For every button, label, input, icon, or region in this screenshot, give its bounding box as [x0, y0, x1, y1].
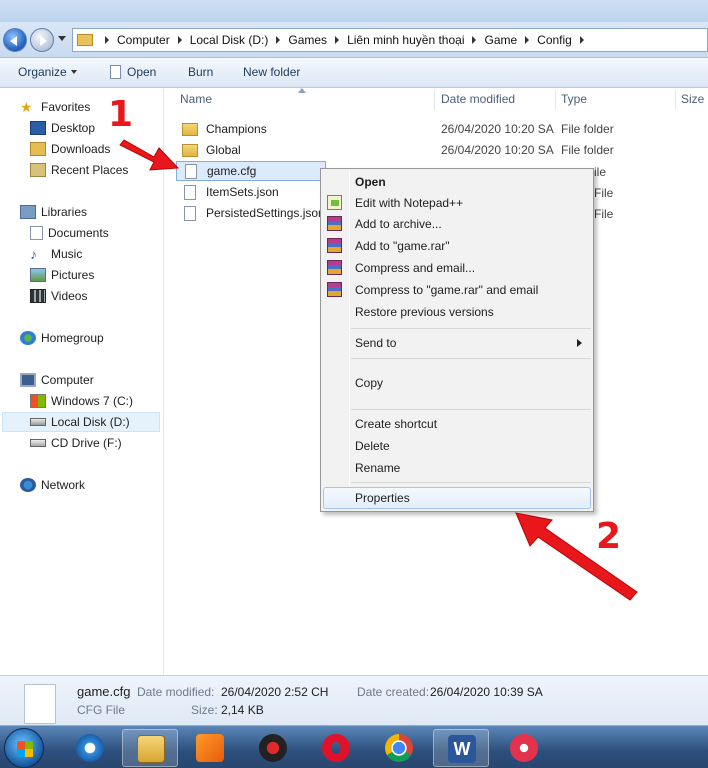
media-player-icon	[196, 734, 224, 762]
file-thumbnail-icon	[24, 684, 56, 724]
taskbar-media-player[interactable]	[182, 729, 238, 767]
details-file-type: CFG File	[77, 703, 125, 717]
details-size: 2,14 KB	[221, 703, 264, 717]
details-pane: game.cfg Date modified: 26/04/2020 2:52 …	[0, 675, 708, 725]
annotation-overlay	[119, 139, 638, 601]
word-icon: W	[448, 735, 476, 763]
taskbar-chrome[interactable]	[371, 729, 427, 767]
details-date-modified: 26/04/2020 2:52 CH	[221, 685, 329, 699]
taskbar-windows-explorer[interactable]	[122, 729, 178, 767]
taskbar-opera[interactable]	[308, 729, 364, 767]
taskbar-internet-explorer[interactable]	[62, 729, 118, 767]
taskbar-app[interactable]	[496, 729, 552, 767]
details-filename: game.cfg	[77, 684, 131, 699]
opera-icon	[322, 734, 350, 762]
chrome-icon	[385, 734, 413, 762]
annotation-step-1: 1	[108, 94, 134, 135]
taskbar-word[interactable]: W	[433, 729, 489, 767]
windows-explorer-icon	[137, 735, 165, 763]
taskbar-game-app[interactable]	[245, 729, 301, 767]
windows-logo-icon	[17, 741, 33, 757]
details-date-created-label: Date created:	[357, 685, 430, 699]
details-date-modified-label: Date modified:	[137, 685, 215, 699]
arrow-1-icon	[119, 139, 180, 171]
taskbar: W	[0, 725, 708, 768]
app-icon	[510, 734, 538, 762]
details-date-created: 26/04/2020 10:39 SA	[430, 685, 543, 699]
details-size-label: Size:	[191, 703, 218, 717]
start-button[interactable]	[4, 728, 44, 768]
game-app-icon	[259, 734, 287, 762]
internet-explorer-icon	[76, 734, 104, 762]
annotation-step-2: 2	[596, 516, 622, 557]
